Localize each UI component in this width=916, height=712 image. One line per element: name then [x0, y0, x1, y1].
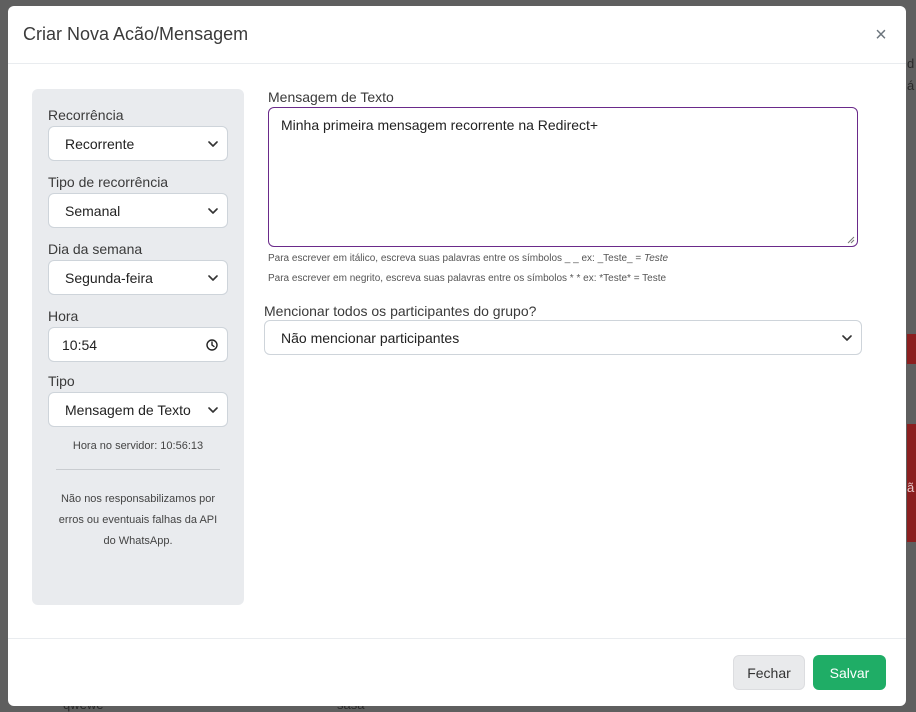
disclaimer-line: erros ou eventuais falhas da API [58, 514, 218, 526]
modal-footer: Fechar Salvar [8, 638, 906, 706]
type-select[interactable]: Mensagem de Texto [48, 392, 228, 427]
recurrence-value: Recorrente [65, 135, 135, 152]
message-textarea[interactable]: Minha primeira mensagem recorrente na Re… [268, 107, 858, 247]
disclaimer: Não nos responsabilizamos por erros ou e… [48, 489, 228, 552]
chevron-down-icon [842, 334, 852, 341]
time-input[interactable]: 10:54 [48, 327, 228, 362]
recurrence-type-label: Tipo de recorrência [48, 174, 169, 190]
type-label: Tipo [48, 373, 75, 389]
bold-hint: Para escrever em negrito, escreva suas p… [268, 273, 667, 284]
weekday-label: Dia da semana [48, 241, 143, 257]
chevron-down-icon [208, 274, 218, 281]
recurrence-type-value: Semanal [65, 202, 121, 219]
chevron-down-icon [208, 406, 218, 413]
weekday-select[interactable]: Segunda-feira [48, 260, 228, 295]
resize-handle-icon[interactable] [846, 235, 855, 244]
chevron-down-icon [208, 140, 218, 147]
weekday-value: Segunda-feira [65, 269, 153, 286]
recurrence-label: Recorrência [48, 107, 124, 123]
close-button[interactable]: Fechar [733, 655, 805, 690]
clock-icon[interactable] [206, 338, 218, 351]
mention-label: Mencionar todos os participantes do grup… [264, 303, 537, 319]
message-section: Mensagem de Texto Minha primeira mensage… [264, 89, 862, 355]
italic-hint: Para escrever em itálico, escreva suas p… [268, 253, 862, 264]
background-text: á [907, 78, 915, 93]
chevron-down-icon [208, 207, 218, 214]
background-text: ã [907, 480, 915, 495]
disclaimer-line: Não nos responsabilizamos por [60, 493, 216, 505]
time-value: 10:54 [62, 336, 98, 353]
modal-title: Criar Nova Acão/Mensagem [23, 24, 249, 44]
recurrence-type-select[interactable]: Semanal [48, 193, 228, 228]
create-action-modal: Criar Nova Acão/Mensagem × Recorrência R… [8, 6, 906, 706]
italic-hint-example: Teste [644, 253, 669, 264]
server-time: Hora no servidor: 10:56:13 [72, 440, 204, 452]
mention-select[interactable]: Não mencionar participantes [264, 320, 862, 355]
type-value: Mensagem de Texto [65, 401, 191, 418]
time-label: Hora [48, 308, 79, 324]
schedule-panel: Recorrência Recorrente Tipo de recorrênc… [32, 89, 244, 605]
disclaimer-line: do WhatsApp. [103, 535, 173, 547]
italic-hint-text: Para escrever em itálico, escreva suas p… [268, 253, 645, 264]
recurrence-select[interactable]: Recorrente [48, 126, 228, 161]
message-text: Minha primeira mensagem recorrente na Re… [281, 117, 599, 133]
background-element [907, 334, 916, 364]
divider [56, 469, 220, 470]
close-icon[interactable]: × [872, 25, 890, 45]
modal-header: Criar Nova Acão/Mensagem × [8, 6, 906, 64]
background-text: d [907, 56, 915, 71]
mention-value: Não mencionar participantes [281, 329, 460, 346]
save-button[interactable]: Salvar [813, 655, 886, 690]
message-label: Mensagem de Texto [268, 89, 394, 105]
modal-body: Recorrência Recorrente Tipo de recorrênc… [8, 64, 906, 638]
